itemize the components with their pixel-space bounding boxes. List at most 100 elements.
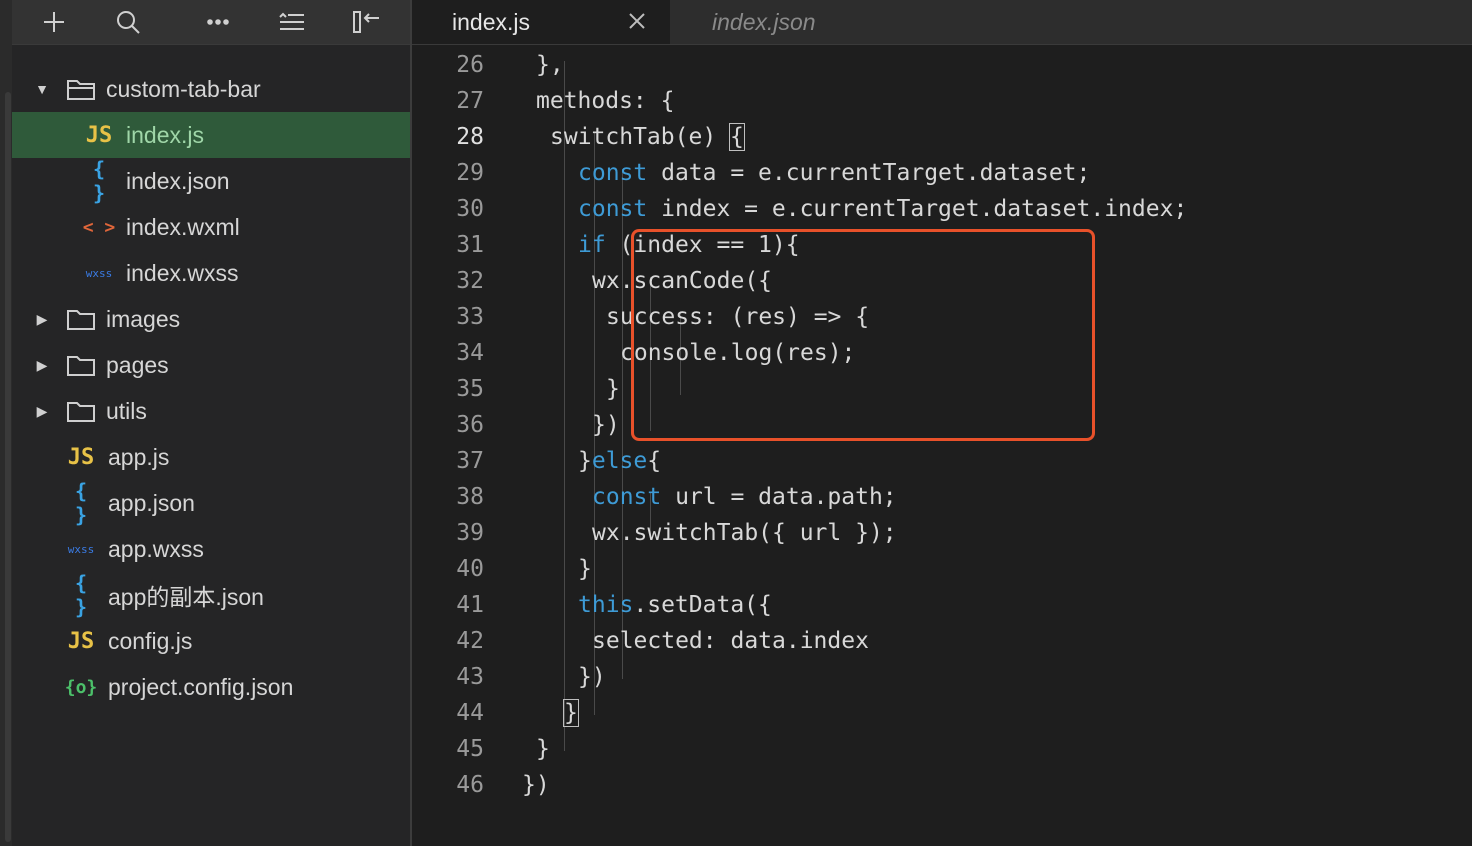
editor-tab-bar: index.js index.json: [412, 0, 1472, 45]
code-line[interactable]: 30 const index = e.currentTarget.dataset.…: [412, 191, 1472, 227]
tree-item-custom-tab-bar[interactable]: ▼ custom-tab-bar: [12, 66, 410, 112]
js-file-icon: JS: [67, 628, 95, 654]
line-number: 26: [456, 52, 484, 78]
line-number: 38: [456, 484, 484, 510]
line-number: 28: [456, 124, 484, 150]
code-text: const data = e.currentTarget.dataset;: [578, 160, 1091, 186]
chevron-right-icon[interactable]: ▶: [32, 311, 52, 328]
wxml-file-icon: < >: [82, 216, 116, 238]
tree-item-label: app.wxss: [108, 535, 204, 562]
code-text: }else{: [578, 448, 662, 474]
chevron-down-icon[interactable]: ▼: [32, 81, 52, 97]
tree-item-label: app.json: [108, 489, 195, 516]
line-number: 41: [456, 592, 484, 618]
code-text: const index = e.currentTarget.dataset.in…: [578, 196, 1188, 222]
code-line[interactable]: 40}: [412, 551, 1472, 587]
line-number: 31: [456, 232, 484, 258]
line-number: 35: [456, 376, 484, 402]
folder-icon: [66, 399, 96, 423]
tree-item-images[interactable]: ▶ images: [12, 296, 410, 342]
code-text: switchTab(e) {: [550, 123, 745, 151]
code-line[interactable]: 28 switchTab(e) {: [412, 119, 1472, 155]
line-number: 30: [456, 196, 484, 222]
line-number: 37: [456, 448, 484, 474]
line-number: 33: [456, 304, 484, 330]
add-icon[interactable]: [32, 0, 76, 44]
tree-item-index-wxml[interactable]: < > index.wxml: [12, 204, 410, 250]
code-text: }): [578, 664, 606, 690]
line-number: 40: [456, 556, 484, 582]
chevron-right-icon[interactable]: ▶: [32, 357, 52, 374]
folder-icon: [66, 307, 96, 331]
code-line[interactable]: 41 this.setData({: [412, 587, 1472, 623]
js-file-icon: JS: [67, 444, 95, 470]
keyword: const: [592, 484, 662, 510]
tree-item-label: project.config.json: [108, 673, 294, 700]
chevron-right-icon[interactable]: ▶: [32, 403, 52, 420]
code-text: }): [592, 412, 620, 438]
code-line[interactable]: 45}: [412, 731, 1472, 767]
code-text: }: [606, 376, 620, 402]
tab-label: index.js: [452, 8, 530, 35]
code-text: selected: data.index: [592, 628, 869, 654]
tree-item-label: index.wxml: [126, 213, 240, 240]
line-number: 27: [456, 88, 484, 114]
tree-item-label: index.wxss: [126, 259, 239, 286]
tree-item-app-json[interactable]: { } app.json: [12, 479, 410, 527]
more-icon[interactable]: [196, 0, 240, 44]
tree-item-app-wxss[interactable]: wxss app.wxss: [12, 526, 410, 572]
search-icon[interactable]: [106, 0, 150, 44]
tab-index-js[interactable]: index.js: [412, 0, 670, 44]
file-explorer: ▼ custom-tab-bar JS index.js { } index.json < …: [0, 0, 410, 846]
code-line[interactable]: 37 }else{: [412, 443, 1472, 479]
code-line[interactable]: 26},: [412, 47, 1472, 83]
collapse-all-icon[interactable]: [270, 0, 314, 44]
tree-item-label: custom-tab-bar: [106, 75, 261, 102]
close-icon[interactable]: [626, 10, 648, 32]
code-line[interactable]: 29 const data = e.currentTarget.dataset;: [412, 155, 1472, 191]
keyword: if: [578, 232, 606, 258]
js-file-icon: JS: [85, 122, 113, 148]
matched-bracket: }: [563, 699, 579, 727]
tab-label: index.json: [712, 8, 816, 35]
tree-item-index-json[interactable]: { } index.json: [12, 157, 410, 205]
code-text: methods: {: [536, 88, 675, 114]
json-file-icon: { }: [92, 157, 106, 205]
code-text: this.setData({: [578, 592, 772, 618]
code-line[interactable]: 44}: [412, 695, 1472, 731]
tree-item-label: images: [106, 305, 181, 332]
tree-item-label: app的副本.json: [108, 584, 264, 610]
keyword: this: [578, 592, 634, 618]
tab-index-json[interactable]: index.json: [670, 0, 970, 44]
tree-item-label: index.js: [126, 121, 204, 148]
tree-item-app-js[interactable]: JS app.js: [12, 434, 410, 480]
line-number: 43: [456, 664, 484, 690]
hide-sidebar-icon[interactable]: [344, 0, 388, 44]
code-text: const url = data.path;: [592, 484, 897, 510]
code-line[interactable]: 42 selected: data.index: [412, 623, 1472, 659]
tree-item-project-config-json[interactable]: {o} project.config.json: [12, 664, 410, 710]
code-text: wx.switchTab({ url });: [592, 520, 897, 546]
wxss-file-icon: wxss: [85, 266, 113, 280]
folder-open-icon: [66, 77, 96, 101]
scrollbar-thumb[interactable]: [5, 92, 11, 842]
keyword: const: [578, 196, 648, 222]
code-line[interactable]: 43}): [412, 659, 1472, 695]
line-number: 39: [456, 520, 484, 546]
code-line[interactable]: 27 methods: {: [412, 83, 1472, 119]
tree-item-pages[interactable]: ▶ pages: [12, 342, 410, 388]
tree-item-app-json[interactable]: { } app的副本.json: [12, 571, 410, 619]
line-number: 34: [456, 340, 484, 366]
tree-item-index-wxss[interactable]: wxss index.wxss: [12, 250, 410, 296]
tree-item-utils[interactable]: ▶ utils: [12, 388, 410, 434]
keyword: else: [591, 448, 648, 474]
code-text: }: [578, 556, 592, 582]
activity-strip: [0, 0, 12, 846]
line-number: 45: [456, 736, 484, 762]
code-line[interactable]: 38 const url = data.path;: [412, 479, 1472, 515]
tree-item-config-js[interactable]: JS config.js: [12, 618, 410, 664]
code-editor[interactable]: 26}, 27 methods: { 28 switchTab(e) { 29 const …: [412, 45, 1472, 846]
tree-item-index-js[interactable]: JS index.js: [12, 112, 410, 158]
code-line[interactable]: 46}): [412, 767, 1472, 803]
code-line[interactable]: 39 wx.switchTab({ url });: [412, 515, 1472, 551]
